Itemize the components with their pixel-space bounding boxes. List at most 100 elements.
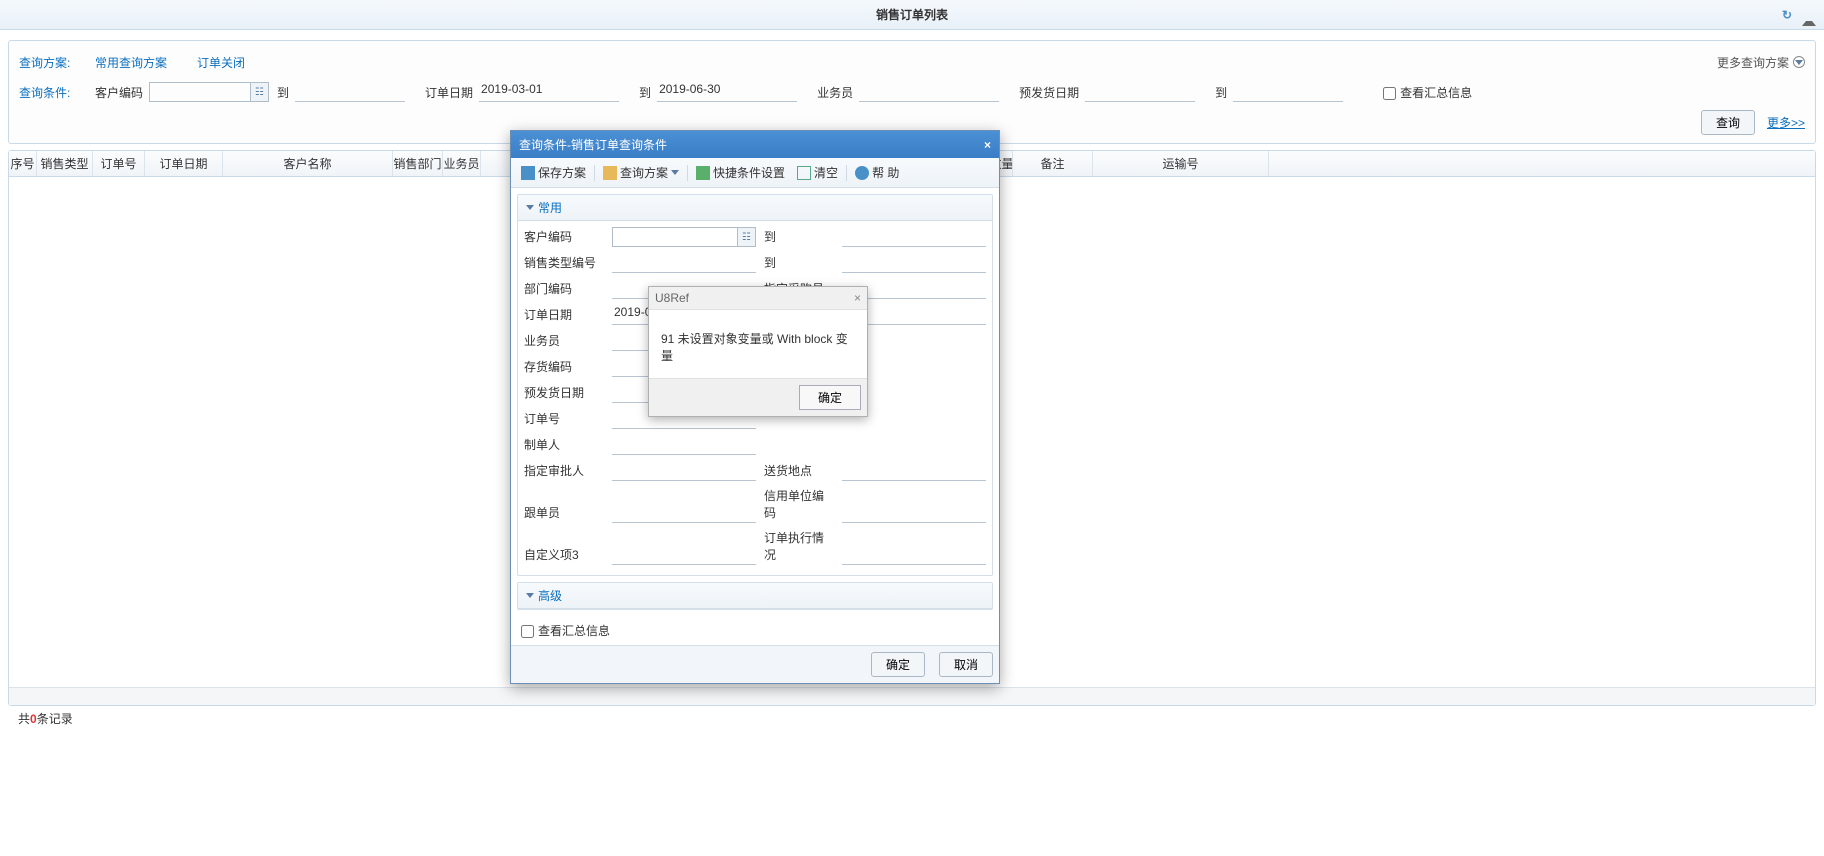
form-input[interactable]: [842, 227, 986, 247]
tb-plan[interactable]: 查询方案: [599, 162, 683, 183]
order-date-to-label: 到: [639, 84, 651, 101]
chevron-down-icon: [1793, 56, 1805, 68]
form-label: 订单日期: [524, 306, 604, 325]
deliv-date-to[interactable]: [1233, 82, 1343, 102]
form-label: 预发货日期: [524, 384, 604, 403]
form-label: 跟单员: [524, 504, 604, 523]
tb-help[interactable]: 帮 助: [851, 162, 903, 183]
modal-title-bar[interactable]: 查询条件-销售订单查询条件 ×: [511, 131, 999, 158]
col-header[interactable]: 业务员: [443, 151, 481, 176]
cust-code-label: 客户编码: [95, 84, 143, 101]
picker-icon[interactable]: ☷: [250, 83, 268, 101]
more-plans[interactable]: 更多查询方案: [1717, 54, 1805, 71]
col-header[interactable]: 运输号: [1093, 151, 1269, 176]
search-button[interactable]: 查询: [1701, 110, 1755, 135]
form-input[interactable]: [842, 253, 986, 273]
section-advanced-header[interactable]: 高级: [518, 583, 992, 609]
to-label: 到: [277, 84, 289, 101]
collapse-icon[interactable]: [1802, 12, 1816, 26]
form-input[interactable]: [842, 545, 986, 565]
order-date-to[interactable]: 2019-06-30: [657, 82, 797, 102]
form-input[interactable]: [842, 503, 986, 523]
col-header[interactable]: 客户名称: [223, 151, 393, 176]
form-label: 自定义项3: [524, 546, 604, 565]
chevron-down-icon: [526, 205, 534, 210]
col-header[interactable]: 销售类型: [37, 151, 93, 176]
form-input[interactable]: [612, 503, 756, 523]
cond-label: 查询条件:: [19, 84, 75, 101]
error-popup: U8Ref × 91 未设置对象变量或 With block 变量 确定: [648, 286, 868, 417]
section-common-header[interactable]: 常用: [518, 195, 992, 221]
form-label: 部门编码: [524, 280, 604, 299]
form-input[interactable]: [612, 545, 756, 565]
form-label: 指定审批人: [524, 462, 604, 481]
order-date-label: 订单日期: [425, 84, 473, 101]
plan-common[interactable]: 常用查询方案: [95, 54, 167, 71]
deliv-date-label: 预发货日期: [1019, 84, 1079, 101]
page-title: 销售订单列表: [876, 6, 948, 23]
grid-hscroll[interactable]: [9, 687, 1815, 705]
cust-code-to[interactable]: [295, 82, 405, 102]
more-link[interactable]: 更多>>: [1767, 114, 1805, 131]
help-icon: [855, 166, 869, 180]
form-input[interactable]: [612, 253, 756, 273]
form-label: 到: [764, 228, 834, 247]
form-label: 订单执行情况: [764, 529, 834, 565]
col-header[interactable]: 备注: [1013, 151, 1093, 176]
tb-quick[interactable]: 快捷条件设置: [692, 162, 789, 183]
col-header[interactable]: 序号: [9, 151, 37, 176]
form-label: 到: [764, 254, 834, 273]
form-label: 信用单位编码: [764, 487, 834, 523]
form-label: 送货地点: [764, 462, 834, 481]
order-date-from[interactable]: 2019-03-01: [479, 82, 619, 102]
cust-code-input[interactable]: ☷: [149, 82, 269, 102]
popup-message: 91 未设置对象变量或 With block 变量: [649, 310, 867, 378]
modal-footer: 确定 取消: [511, 645, 999, 683]
form-label: 制单人: [524, 436, 604, 455]
modal-toolbar: 保存方案 查询方案 快捷条件设置 清空 帮 助: [511, 158, 999, 188]
form-input[interactable]: [612, 435, 756, 455]
popup-close-icon[interactable]: ×: [854, 291, 861, 305]
form-label: 存货编码: [524, 358, 604, 377]
picker-icon[interactable]: ☷: [737, 228, 755, 246]
section-advanced: 高级: [517, 582, 993, 610]
modal-summary-check[interactable]: 查看汇总信息: [521, 624, 610, 638]
to2-label: 到: [1215, 84, 1227, 101]
form-label: 客户编码: [524, 228, 604, 247]
form-label: 业务员: [524, 332, 604, 351]
refresh-icon[interactable]: ↻: [1782, 8, 1796, 22]
form-input[interactable]: [612, 461, 756, 481]
form-label: [764, 427, 834, 429]
close-icon[interactable]: ×: [984, 138, 991, 152]
deliv-date-from[interactable]: [1085, 82, 1195, 102]
arrow-icon: [696, 166, 710, 180]
plan-closed[interactable]: 订单关闭: [197, 54, 245, 71]
modal-title: 查询条件-销售订单查询条件: [519, 136, 667, 153]
modal-summary-row: 查看汇总信息: [511, 616, 999, 645]
popup-title: U8Ref: [655, 291, 689, 305]
popup-title-bar[interactable]: U8Ref ×: [649, 287, 867, 310]
plan-label: 查询方案:: [19, 54, 75, 71]
form-input[interactable]: [842, 461, 986, 481]
col-header[interactable]: 订单号: [93, 151, 145, 176]
filter-panel: 查询方案: 常用查询方案 订单关闭 更多查询方案 查询条件: 客户编码 ☷ 到 …: [8, 40, 1816, 144]
status-bar: 共0条记录: [8, 706, 1816, 731]
form-label: 销售类型编号: [524, 254, 604, 273]
folder-icon: [603, 166, 617, 180]
modal-cancel-button[interactable]: 取消: [939, 652, 993, 677]
salesman-label: 业务员: [817, 84, 853, 101]
chevron-down-icon: [526, 593, 534, 598]
tb-save[interactable]: 保存方案: [517, 162, 590, 183]
summary-check[interactable]: 查看汇总信息: [1383, 84, 1472, 101]
popup-ok-button[interactable]: 确定: [799, 385, 861, 410]
tb-clear[interactable]: 清空: [793, 162, 842, 183]
save-icon: [521, 166, 535, 180]
modal-ok-button[interactable]: 确定: [871, 652, 925, 677]
form-input[interactable]: ☷: [612, 227, 756, 247]
salesman-input[interactable]: [859, 82, 999, 102]
col-header[interactable]: 销售部门: [393, 151, 443, 176]
clear-icon: [797, 166, 811, 180]
chevron-down-icon: [671, 170, 679, 175]
form-label: 订单号: [524, 410, 604, 429]
col-header[interactable]: 订单日期: [145, 151, 223, 176]
